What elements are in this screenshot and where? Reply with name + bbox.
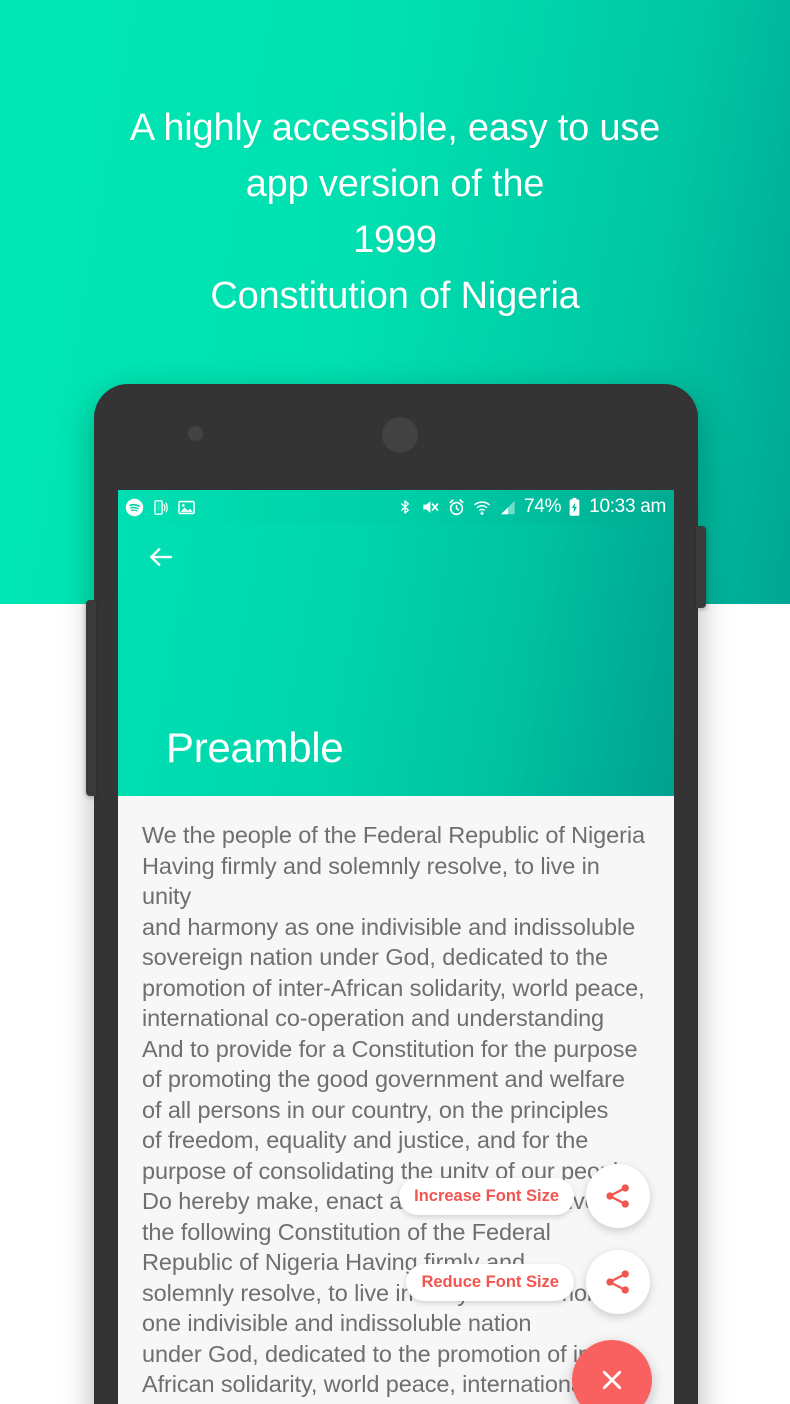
document-content[interactable]: We the people of the Federal Republic of… xyxy=(118,796,674,1404)
status-bar-notifications xyxy=(125,498,196,517)
bluetooth-icon xyxy=(401,500,410,514)
alarm-clock-icon xyxy=(449,498,464,515)
cell-signal-icon xyxy=(500,500,515,514)
hero-headline: A highly accessible, easy to use app ver… xyxy=(0,100,790,324)
proximity-sensor-dot-icon xyxy=(188,426,203,441)
status-bar-system-icons: 74% 10:33 am xyxy=(397,496,666,518)
share-icon xyxy=(606,1184,629,1208)
volume-mute-icon xyxy=(423,501,439,513)
share-icon xyxy=(606,1270,629,1294)
front-camera-dot-icon xyxy=(382,417,418,453)
fab-increase-font-size-label: Increase Font Size xyxy=(399,1177,574,1215)
spotify-icon xyxy=(125,498,144,516)
power-button[interactable] xyxy=(696,526,706,608)
vibrate-phone-icon xyxy=(154,499,168,515)
page-title: Preamble xyxy=(166,724,344,771)
fab-reduce-font-size[interactable]: Reduce Font Size xyxy=(406,1250,650,1314)
back-arrow-icon xyxy=(150,548,173,566)
clock-label: 10:33 am xyxy=(589,496,666,517)
status-bar: 74% 10:33 am xyxy=(118,490,674,524)
fab-reduce-font-size-button[interactable] xyxy=(586,1250,650,1314)
phone-mockup: 74% 10:33 am Preamble We the people of t… xyxy=(86,384,706,1404)
app-bar: Preamble xyxy=(118,524,674,796)
fab-reduce-font-size-label: Reduce Font Size xyxy=(406,1263,574,1301)
battery-percent-label: 74% xyxy=(524,496,562,517)
document-body-text: We the people of the Federal Republic of… xyxy=(142,822,645,1404)
fab-increase-font-size-button[interactable] xyxy=(586,1164,650,1228)
phone-screen: 74% 10:33 am Preamble We the people of t… xyxy=(118,490,674,1404)
battery-charging-icon xyxy=(569,497,580,516)
close-icon xyxy=(602,1370,622,1390)
hero-line-2: app version of the xyxy=(245,163,545,205)
wifi-icon xyxy=(474,500,490,515)
back-button[interactable] xyxy=(144,540,178,574)
hero-line-1: A highly accessible, easy to use xyxy=(129,107,661,149)
screenshot-root: A highly accessible, easy to use app ver… xyxy=(0,0,790,1404)
phone-top-bezel xyxy=(94,384,698,414)
image-icon xyxy=(178,500,195,514)
hero-line-4: Constitution of Nigeria xyxy=(210,275,580,317)
fab-increase-font-size[interactable]: Increase Font Size xyxy=(399,1164,650,1228)
hero-line-3: 1999 xyxy=(353,219,437,261)
volume-rocker-button[interactable] xyxy=(86,600,96,796)
